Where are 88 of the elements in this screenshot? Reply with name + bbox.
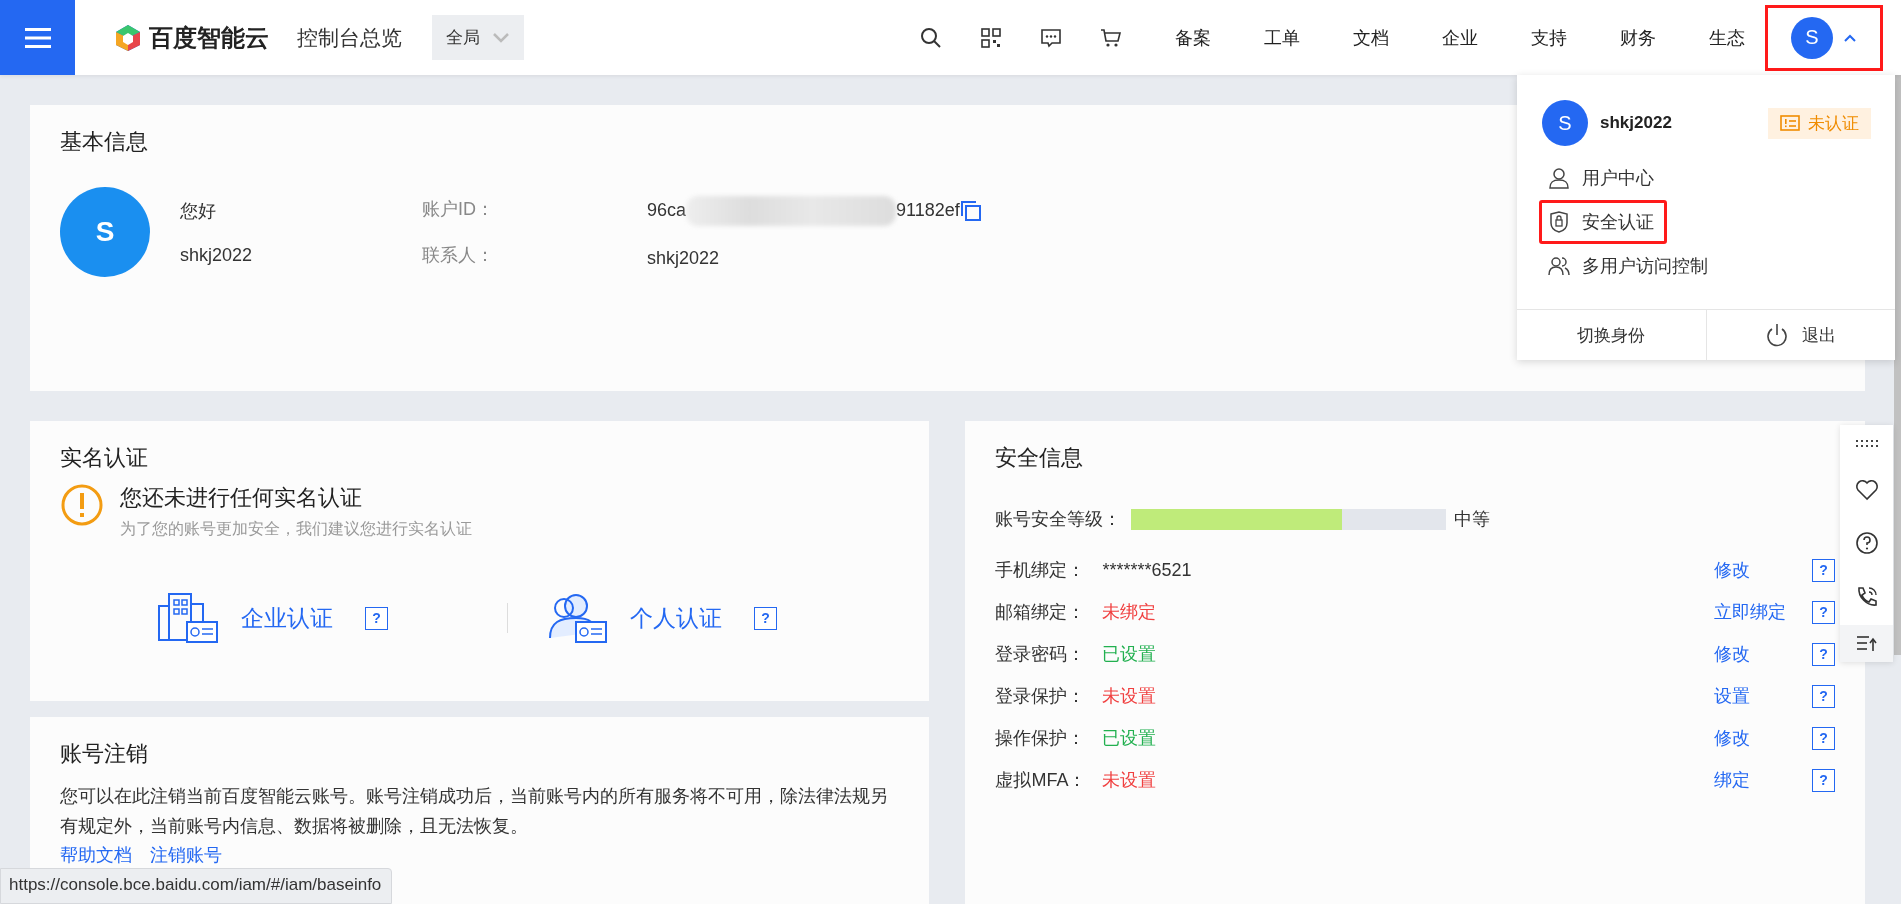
card-title: 安全信息 (995, 444, 1085, 472)
user-avatar: S (1542, 100, 1588, 146)
verify-link[interactable]: 企业认证 (241, 602, 333, 634)
shield-lock-icon (1548, 211, 1570, 233)
status-text: 已设置 (1102, 643, 1158, 666)
help-button[interactable]: ? (365, 606, 388, 630)
text-link[interactable]: 注销账号 (150, 843, 222, 867)
switch-identity-button[interactable]: 切换身份 (1517, 310, 1706, 360)
help-button[interactable]: ? (1812, 768, 1835, 792)
back-to-top-icon[interactable] (1854, 633, 1879, 654)
status-text: *******6521 (1102, 559, 1193, 581)
level-text: 中等 (1454, 508, 1491, 531)
greeting-text: 您好 (180, 199, 217, 223)
scope-dropdown[interactable]: 全局 (432, 15, 524, 60)
warning-icon (60, 483, 104, 527)
card-title: 基本信息 (60, 128, 149, 156)
menu-item[interactable]: 安全认证 (1539, 200, 1667, 244)
users-icon (1548, 255, 1570, 277)
nav-link[interactable]: 生态 (1709, 25, 1745, 50)
chevron-up-icon (1843, 32, 1857, 43)
menu-icon (24, 26, 51, 49)
help-circle-icon[interactable] (1854, 531, 1879, 555)
account-button[interactable]: S (1765, 4, 1883, 71)
contact-text: shkj2022 (647, 247, 721, 269)
help-button[interactable]: ? (1812, 558, 1835, 582)
nav-link[interactable]: 企业 (1442, 25, 1478, 50)
nav-link[interactable]: 文档 (1353, 25, 1389, 50)
status-text: 未设置 (1102, 769, 1158, 792)
username-text: shkj2022 (1600, 113, 1673, 133)
user-avatar: S (60, 187, 150, 277)
menu-button[interactable] (0, 0, 75, 75)
chevron-down-icon (492, 31, 510, 44)
field-label: 账号安全等级： (995, 508, 1122, 531)
warning-title: 您还未进行任何实名认证 (120, 484, 363, 512)
menu-item[interactable]: 用户中心 (1539, 156, 1667, 200)
action-link[interactable]: 修改 (1714, 558, 1802, 582)
nav-link[interactable]: 工单 (1264, 25, 1300, 50)
card-title: 实名认证 (60, 444, 149, 472)
status-text: 已设置 (1102, 727, 1158, 750)
nav-link[interactable]: 支持 (1531, 25, 1567, 50)
status-text: 未绑定 (1102, 601, 1158, 624)
nav-link[interactable]: 备案 (1175, 25, 1211, 50)
page-title[interactable]: 控制台总览 (297, 23, 402, 52)
field-label: 手机绑定： (995, 559, 1087, 582)
link-url-text: https://console.bce.baidu.com/iam/#/iam/baseinfo (9, 875, 382, 894)
username-text: shkj2022 (180, 244, 254, 266)
menu-item[interactable]: 多用户访问控制 (1539, 244, 1721, 288)
field-label: 登录密码： (995, 643, 1087, 666)
account-id-text: 96ca (647, 200, 687, 221)
logo-icon (113, 22, 143, 53)
field-label: 登录保护： (995, 685, 1087, 708)
drag-handle-icon[interactable] (1854, 439, 1879, 449)
user-icon (1548, 167, 1570, 189)
help-button[interactable]: ? (1812, 642, 1835, 666)
help-button[interactable]: ? (754, 606, 777, 630)
description-text: 您可以在此注销当前百度智能云账号。账号注销成功后，当前账号内的所有服务将不可用，除法律法规另有规定外，当前账号内信息、数据将被删除，且无法恢复。 (60, 785, 889, 838)
chat-icon[interactable] (1040, 26, 1062, 49)
help-button[interactable]: ? (1812, 726, 1835, 750)
copy-icon[interactable] (959, 199, 982, 222)
action-link[interactable]: 立即绑定 (1714, 600, 1802, 624)
building-icon (157, 592, 219, 644)
warning-text: 为了您的账号更加安全，我们建议您进行实名认证 (120, 519, 472, 539)
text-link[interactable]: 帮助文档 (60, 843, 132, 867)
help-button[interactable]: ? (1812, 600, 1835, 624)
heart-icon[interactable] (1854, 479, 1879, 501)
search-icon[interactable] (920, 26, 942, 49)
action-link[interactable]: 绑定 (1714, 768, 1802, 792)
power-icon (1765, 323, 1788, 347)
account-id-text: 91182ef (896, 200, 960, 221)
logo-text[interactable]: 百度智能云 (149, 21, 269, 54)
status-text: 未设置 (1102, 685, 1158, 708)
qr-code-icon[interactable] (980, 26, 1002, 49)
id-card-icon (1780, 115, 1800, 131)
action-link[interactable]: 设置 (1714, 684, 1802, 708)
field-label: 联系人： (422, 244, 495, 267)
action-link[interactable]: 修改 (1714, 642, 1802, 666)
nav-link[interactable]: 财务 (1620, 25, 1656, 50)
field-label: 虚拟MFA： (995, 769, 1088, 792)
field-label: 邮箱绑定： (995, 601, 1087, 624)
verify-link[interactable]: 个人认证 (630, 602, 722, 634)
card-title: 账号注销 (60, 740, 149, 768)
logout-button[interactable]: 退出 (1705, 310, 1895, 360)
person-id-icon (546, 592, 608, 644)
action-link[interactable]: 修改 (1714, 726, 1802, 750)
field-label: 账户ID： (422, 198, 495, 221)
help-button[interactable]: ? (1812, 684, 1835, 708)
field-label: 操作保护： (995, 727, 1087, 750)
cart-icon[interactable] (1100, 26, 1122, 49)
